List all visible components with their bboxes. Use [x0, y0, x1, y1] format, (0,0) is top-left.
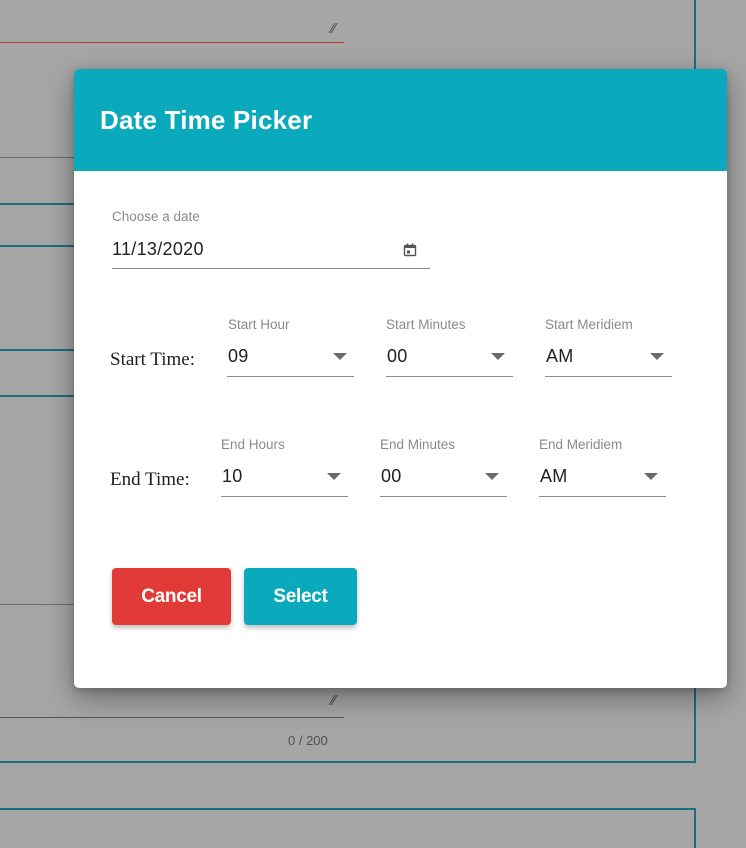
chevron-down-icon[interactable]	[491, 353, 505, 360]
background-divider	[0, 604, 74, 605]
background-field-underline	[0, 203, 74, 205]
calendar-icon[interactable]	[403, 243, 417, 257]
chevron-down-icon[interactable]	[333, 353, 347, 360]
date-input[interactable]: 11/13/2020	[112, 239, 204, 260]
background-panel-bottom-border	[0, 761, 696, 763]
background-divider	[0, 157, 74, 158]
start-meridiem-label: Start Meridiem	[545, 317, 633, 332]
end-minutes-underline	[380, 496, 507, 497]
start-hour-underline	[227, 376, 354, 377]
start-meridiem-underline	[545, 376, 672, 377]
start-hour-value[interactable]: 09	[228, 346, 249, 367]
select-button[interactable]: Select	[244, 568, 357, 625]
background-field-underline	[0, 349, 74, 351]
dialog-title: Date Time Picker	[100, 104, 313, 135]
resize-grip-icon: ⁄⁄	[331, 22, 336, 37]
date-time-picker-dialog: Date Time Picker Choose a date 11/13/202…	[74, 69, 727, 688]
end-hour-value[interactable]: 10	[222, 466, 243, 487]
end-minutes-label: End Minutes	[380, 437, 456, 452]
start-hour-label: Start Hour	[228, 317, 290, 332]
date-field-label: Choose a date	[112, 209, 200, 224]
chevron-down-icon[interactable]	[644, 473, 658, 480]
end-time-label: End Time:	[110, 469, 190, 490]
resize-grip-icon: ⁄⁄	[331, 694, 336, 709]
start-meridiem-value[interactable]: AM	[546, 346, 574, 367]
chevron-down-icon[interactable]	[485, 473, 499, 480]
cancel-button[interactable]: Cancel	[112, 568, 231, 625]
start-time-label: Start Time:	[110, 349, 195, 370]
character-counter: 0 / 200	[288, 733, 328, 748]
background-textarea-underline-error	[0, 42, 344, 43]
dialog-header: Date Time Picker	[74, 69, 727, 171]
end-meridiem-label: End Meridiem	[539, 437, 623, 452]
date-field-underline	[112, 268, 430, 269]
chevron-down-icon[interactable]	[327, 473, 341, 480]
background-textarea-underline	[0, 717, 344, 718]
end-meridiem-underline	[539, 496, 666, 497]
background-panel-top-border	[0, 808, 696, 810]
start-minutes-value[interactable]: 00	[387, 346, 408, 367]
end-meridiem-value[interactable]: AM	[540, 466, 568, 487]
background-field-underline	[0, 395, 74, 397]
background-panel-border	[694, 808, 696, 848]
background-field-underline	[0, 245, 74, 247]
chevron-down-icon[interactable]	[650, 353, 664, 360]
end-hour-underline	[221, 496, 348, 497]
start-minutes-label: Start Minutes	[386, 317, 466, 332]
end-hour-label: End Hours	[221, 437, 285, 452]
start-minutes-underline	[386, 376, 513, 377]
end-minutes-value[interactable]: 00	[381, 466, 402, 487]
